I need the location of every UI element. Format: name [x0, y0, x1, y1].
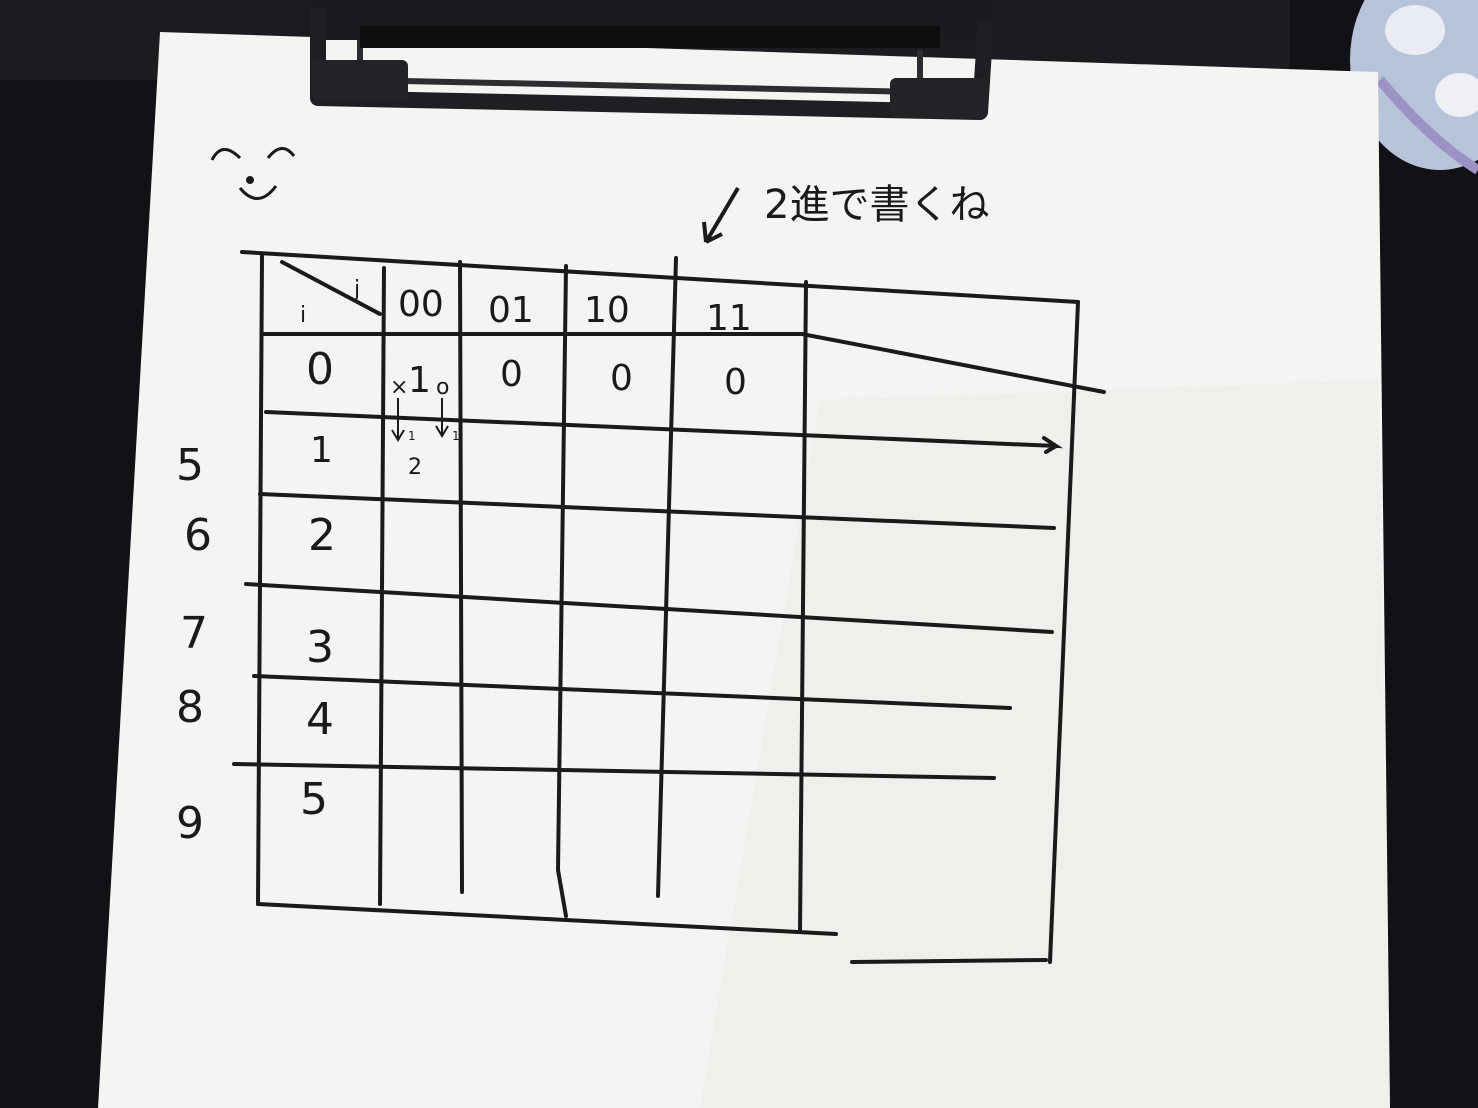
- cell-0-10: 0: [610, 358, 633, 399]
- margin-number-9: 9: [176, 798, 204, 849]
- cell-note-o-mark: o: [436, 375, 449, 400]
- annotation-text: 2進で書くね: [764, 182, 989, 228]
- cell-0-01: 0: [500, 354, 523, 395]
- cell-note-x-mark: ×: [390, 375, 408, 400]
- row-header-0: 0: [306, 344, 334, 395]
- margin-number-7: 7: [180, 608, 208, 659]
- margin-number-5: 5: [176, 440, 204, 491]
- col-header-00: 00: [398, 284, 444, 325]
- cell-0-11: 0: [724, 362, 747, 403]
- row-header-4: 4: [306, 694, 334, 745]
- row-header-1: 1: [310, 430, 333, 471]
- row-header-5: 5: [300, 774, 328, 825]
- margin-number-6: 6: [184, 510, 212, 561]
- margin-number-8: 8: [176, 682, 204, 733]
- cell-note-sub-right: 1: [452, 429, 460, 443]
- col-divider-2: [458, 260, 464, 894]
- corner-row-label: i: [300, 303, 306, 328]
- col-header-11: 11: [706, 298, 752, 339]
- row-header-2: 2: [308, 510, 336, 561]
- col-header-10: 10: [584, 290, 630, 331]
- cell-note-sum: 2: [408, 455, 422, 480]
- photo-scene: 2進で書くね j i 00 01 10 11 0 1 2 3 4 5 1 0 0…: [0, 0, 1478, 1108]
- row-header-3: 3: [306, 622, 334, 673]
- col-header-01: 01: [488, 290, 534, 331]
- cell-0-00: 1: [408, 360, 431, 401]
- corner-col-label: j: [353, 277, 360, 302]
- cell-note-sub-left: 1: [408, 429, 416, 443]
